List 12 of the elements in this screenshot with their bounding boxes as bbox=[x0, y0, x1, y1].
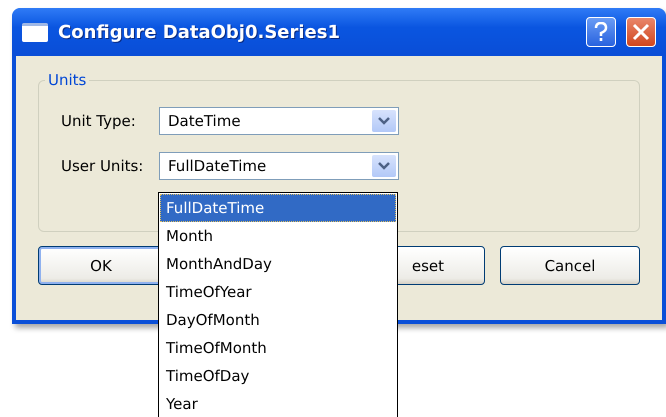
combo-box[interactable]: FullDateTime bbox=[159, 152, 399, 180]
window-title: Configure DataObj0.Series1 bbox=[58, 22, 342, 42]
question-mark-icon bbox=[593, 22, 609, 42]
close-icon bbox=[632, 23, 650, 41]
dialog-button[interactable]: Cancel bbox=[500, 246, 640, 285]
combo-box[interactable]: DateTime bbox=[159, 107, 399, 135]
list-option[interactable]: FullDateTime bbox=[160, 194, 396, 222]
field-label: Unit Type: bbox=[61, 112, 137, 130]
close-button[interactable] bbox=[626, 17, 656, 47]
window-icon bbox=[22, 22, 48, 42]
field-label: User Units: bbox=[61, 157, 144, 175]
help-button[interactable] bbox=[586, 17, 616, 47]
